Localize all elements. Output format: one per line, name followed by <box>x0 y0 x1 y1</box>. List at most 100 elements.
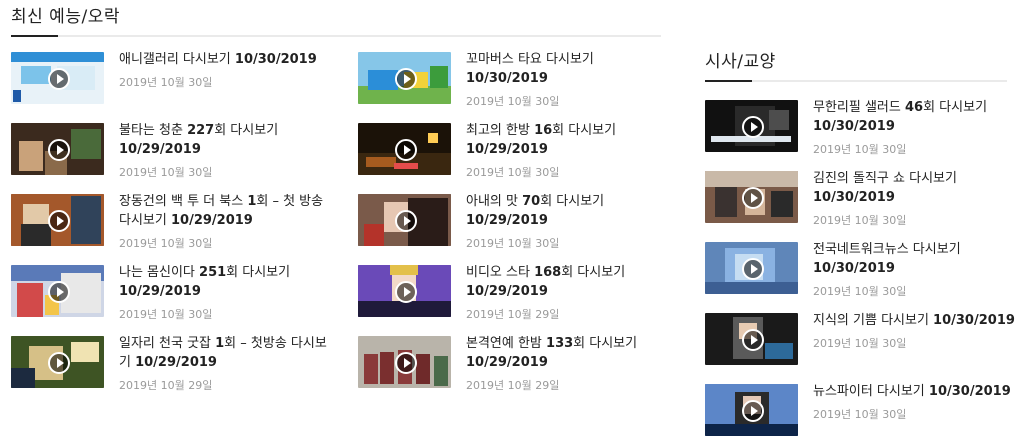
play-icon[interactable] <box>394 139 417 161</box>
play-icon[interactable] <box>741 187 764 209</box>
video-title[interactable]: 불타는 청춘 227회 다시보기 10/29/2019 <box>119 121 329 159</box>
video-item[interactable]: 최고의 한방 16회 다시보기 10/29/2019 2019년 10월 30일 <box>358 121 688 179</box>
video-thumbnail[interactable] <box>358 52 451 104</box>
video-date: 2019년 10월 30일 <box>813 408 907 421</box>
video-item[interactable]: 무한리필 샐러드 46회 다시보기 10/30/2019 2019년 10월 30… <box>705 100 1024 156</box>
video-thumbnail[interactable] <box>11 194 104 246</box>
video-title[interactable]: 아내의 맛 70회 다시보기 10/29/2019 <box>466 192 676 230</box>
play-icon[interactable] <box>47 68 70 90</box>
video-title[interactable]: 꼬마버스 타요 다시보기 10/30/2019 <box>466 50 676 88</box>
video-item[interactable]: 지식의 기쁨 다시보기 10/30/2019 2019년 10월 30일 <box>705 313 1024 365</box>
video-info: 뉴스파이터 다시보기 10/30/2019 2019년 10월 30일 <box>813 382 1023 422</box>
video-item[interactable]: 본격연예 한밤 133회 다시보기 10/29/2019 2019년 10월 29… <box>358 334 688 392</box>
play-icon[interactable] <box>394 68 417 90</box>
video-thumbnail[interactable] <box>705 242 798 294</box>
thumbnail-graphic <box>434 356 448 386</box>
video-thumbnail[interactable] <box>11 123 104 175</box>
video-info: 지식의 기쁨 다시보기 10/30/2019 2019년 10월 30일 <box>813 311 1023 351</box>
culture-section: 시사/교양 <box>705 49 1007 82</box>
video-title[interactable]: 나는 몸신이다 251회 다시보기 10/29/2019 <box>119 263 329 301</box>
play-icon[interactable] <box>47 281 70 303</box>
thumbnail-graphic <box>71 196 101 244</box>
thumbnail-graphic <box>19 141 43 171</box>
video-title[interactable]: 무한리필 샐러드 46회 다시보기 10/30/2019 <box>813 98 1023 136</box>
thumbnail-graphic <box>380 352 394 384</box>
video-date: 2019년 10월 29일 <box>119 379 213 392</box>
thumbnail-graphic <box>705 171 798 187</box>
video-info: 비디오 스타 168회 다시보기 10/29/2019 2019년 10월 29일 <box>466 263 676 322</box>
video-thumbnail[interactable] <box>705 171 798 223</box>
thumbnail-graphic <box>705 424 798 436</box>
video-item[interactable]: 불타는 청춘 227회 다시보기 10/29/2019 2019년 10월 30일 <box>11 123 341 179</box>
video-item[interactable]: 나는 몸신이다 251회 다시보기 10/29/2019 2019년 10월 30… <box>11 265 341 321</box>
video-item[interactable]: 장동건의 백 투 더 북스 1회 – 첫 방송 다시보기 10/29/2019 2… <box>11 194 341 250</box>
video-title[interactable]: 김진의 돌직구 쇼 다시보기 10/30/2019 <box>813 169 1023 207</box>
video-title[interactable]: 전국네트워크뉴스 다시보기 10/30/2019 <box>813 240 1023 278</box>
video-title[interactable]: 장동건의 백 투 더 북스 1회 – 첫 방송 다시보기 10/29/2019 <box>119 192 329 230</box>
video-date: 2019년 10월 29일 <box>466 308 560 321</box>
play-icon[interactable] <box>394 352 417 374</box>
video-info: 장동건의 백 투 더 북스 1회 – 첫 방송 다시보기 10/29/2019 2… <box>119 192 329 251</box>
video-info: 불타는 청춘 227회 다시보기 10/29/2019 2019년 10월 30일 <box>119 121 329 180</box>
video-item[interactable]: 꼬마버스 타요 다시보기 10/30/2019 2019년 10월 30일 <box>358 50 688 108</box>
thumbnail-graphic <box>368 70 398 90</box>
video-title[interactable]: 애니갤러리 다시보기 10/30/2019 <box>119 50 329 69</box>
video-item[interactable]: 일자리 천국 굿잡 1회 – 첫방송 다시보기 10/29/2019 2019년 … <box>11 336 341 392</box>
video-item[interactable]: 애니갤러리 다시보기 10/30/2019 2019년 10월 30일 <box>11 52 341 104</box>
video-title[interactable]: 본격연예 한밤 133회 다시보기 10/29/2019 <box>466 334 676 372</box>
thumbnail-graphic <box>21 66 51 84</box>
video-info: 전국네트워크뉴스 다시보기 10/30/2019 2019년 10월 30일 <box>813 240 1023 299</box>
video-title[interactable]: 지식의 기쁨 다시보기 10/30/2019 <box>813 311 1023 330</box>
play-icon[interactable] <box>47 352 70 374</box>
video-date: 2019년 10월 30일 <box>466 166 560 179</box>
section-title-entertainment: 최신 예능/오락 <box>11 7 120 27</box>
video-thumbnail[interactable] <box>11 52 104 104</box>
play-icon[interactable] <box>47 139 70 161</box>
play-icon[interactable] <box>741 329 764 351</box>
video-info: 애니갤러리 다시보기 10/30/2019 2019년 10월 30일 <box>119 50 329 90</box>
play-icon[interactable] <box>741 258 764 280</box>
thumbnail-graphic <box>428 133 438 143</box>
video-item[interactable]: 김진의 돌직구 쇼 다시보기 10/30/2019 2019년 10월 30일 <box>705 169 1024 227</box>
video-info: 무한리필 샐러드 46회 다시보기 10/30/2019 2019년 10월 30… <box>813 98 1023 157</box>
thumbnail-graphic <box>364 354 378 384</box>
video-thumbnail[interactable] <box>705 100 798 152</box>
thumbnail-graphic <box>358 301 451 317</box>
video-date: 2019년 10월 30일 <box>813 337 907 350</box>
video-item[interactable]: 비디오 스타 168회 다시보기 10/29/2019 2019년 10월 29일 <box>358 265 688 321</box>
video-title[interactable]: 최고의 한방 16회 다시보기 10/29/2019 <box>466 121 676 159</box>
play-icon[interactable] <box>47 210 70 232</box>
play-icon[interactable] <box>394 281 417 303</box>
video-date: 2019년 10월 30일 <box>466 237 560 250</box>
video-title[interactable]: 뉴스파이터 다시보기 10/30/2019 <box>813 382 1023 401</box>
video-title[interactable]: 일자리 천국 굿잡 1회 – 첫방송 다시보기 10/29/2019 <box>119 334 329 372</box>
video-info: 일자리 천국 굿잡 1회 – 첫방송 다시보기 10/29/2019 2019년 … <box>119 334 329 393</box>
video-thumbnail[interactable] <box>358 336 451 388</box>
video-item[interactable]: 전국네트워크뉴스 다시보기 10/30/2019 2019년 10월 30일 <box>705 242 1024 298</box>
video-thumbnail[interactable] <box>705 384 798 436</box>
section-title-culture: 시사/교양 <box>705 52 776 72</box>
video-date: 2019년 10월 30일 <box>813 285 907 298</box>
play-icon[interactable] <box>741 400 764 422</box>
thumbnail-graphic <box>17 283 43 317</box>
video-thumbnail[interactable] <box>705 313 798 365</box>
video-thumbnail[interactable] <box>358 123 451 175</box>
video-title[interactable]: 비디오 스타 168회 다시보기 10/29/2019 <box>466 263 676 301</box>
thumbnail-graphic <box>715 187 737 217</box>
video-date: 2019년 10월 30일 <box>813 143 907 156</box>
play-icon[interactable] <box>741 116 764 138</box>
video-thumbnail[interactable] <box>11 265 104 317</box>
thumbnail-graphic <box>705 282 798 294</box>
section-divider <box>705 80 1007 82</box>
video-thumbnail[interactable] <box>11 336 104 388</box>
video-thumbnail[interactable] <box>358 265 451 317</box>
video-item[interactable]: 아내의 맛 70회 다시보기 10/29/2019 2019년 10월 30일 <box>358 192 688 250</box>
play-icon[interactable] <box>394 210 417 232</box>
video-item[interactable]: 뉴스파이터 다시보기 10/30/2019 2019년 10월 30일 <box>705 384 1024 436</box>
video-info: 나는 몸신이다 251회 다시보기 10/29/2019 2019년 10월 30… <box>119 263 329 322</box>
thumbnail-graphic <box>765 343 793 359</box>
video-thumbnail[interactable] <box>358 194 451 246</box>
video-date: 2019년 10월 30일 <box>119 237 213 250</box>
thumbnail-graphic <box>11 368 35 388</box>
video-date: 2019년 10월 30일 <box>813 214 907 227</box>
